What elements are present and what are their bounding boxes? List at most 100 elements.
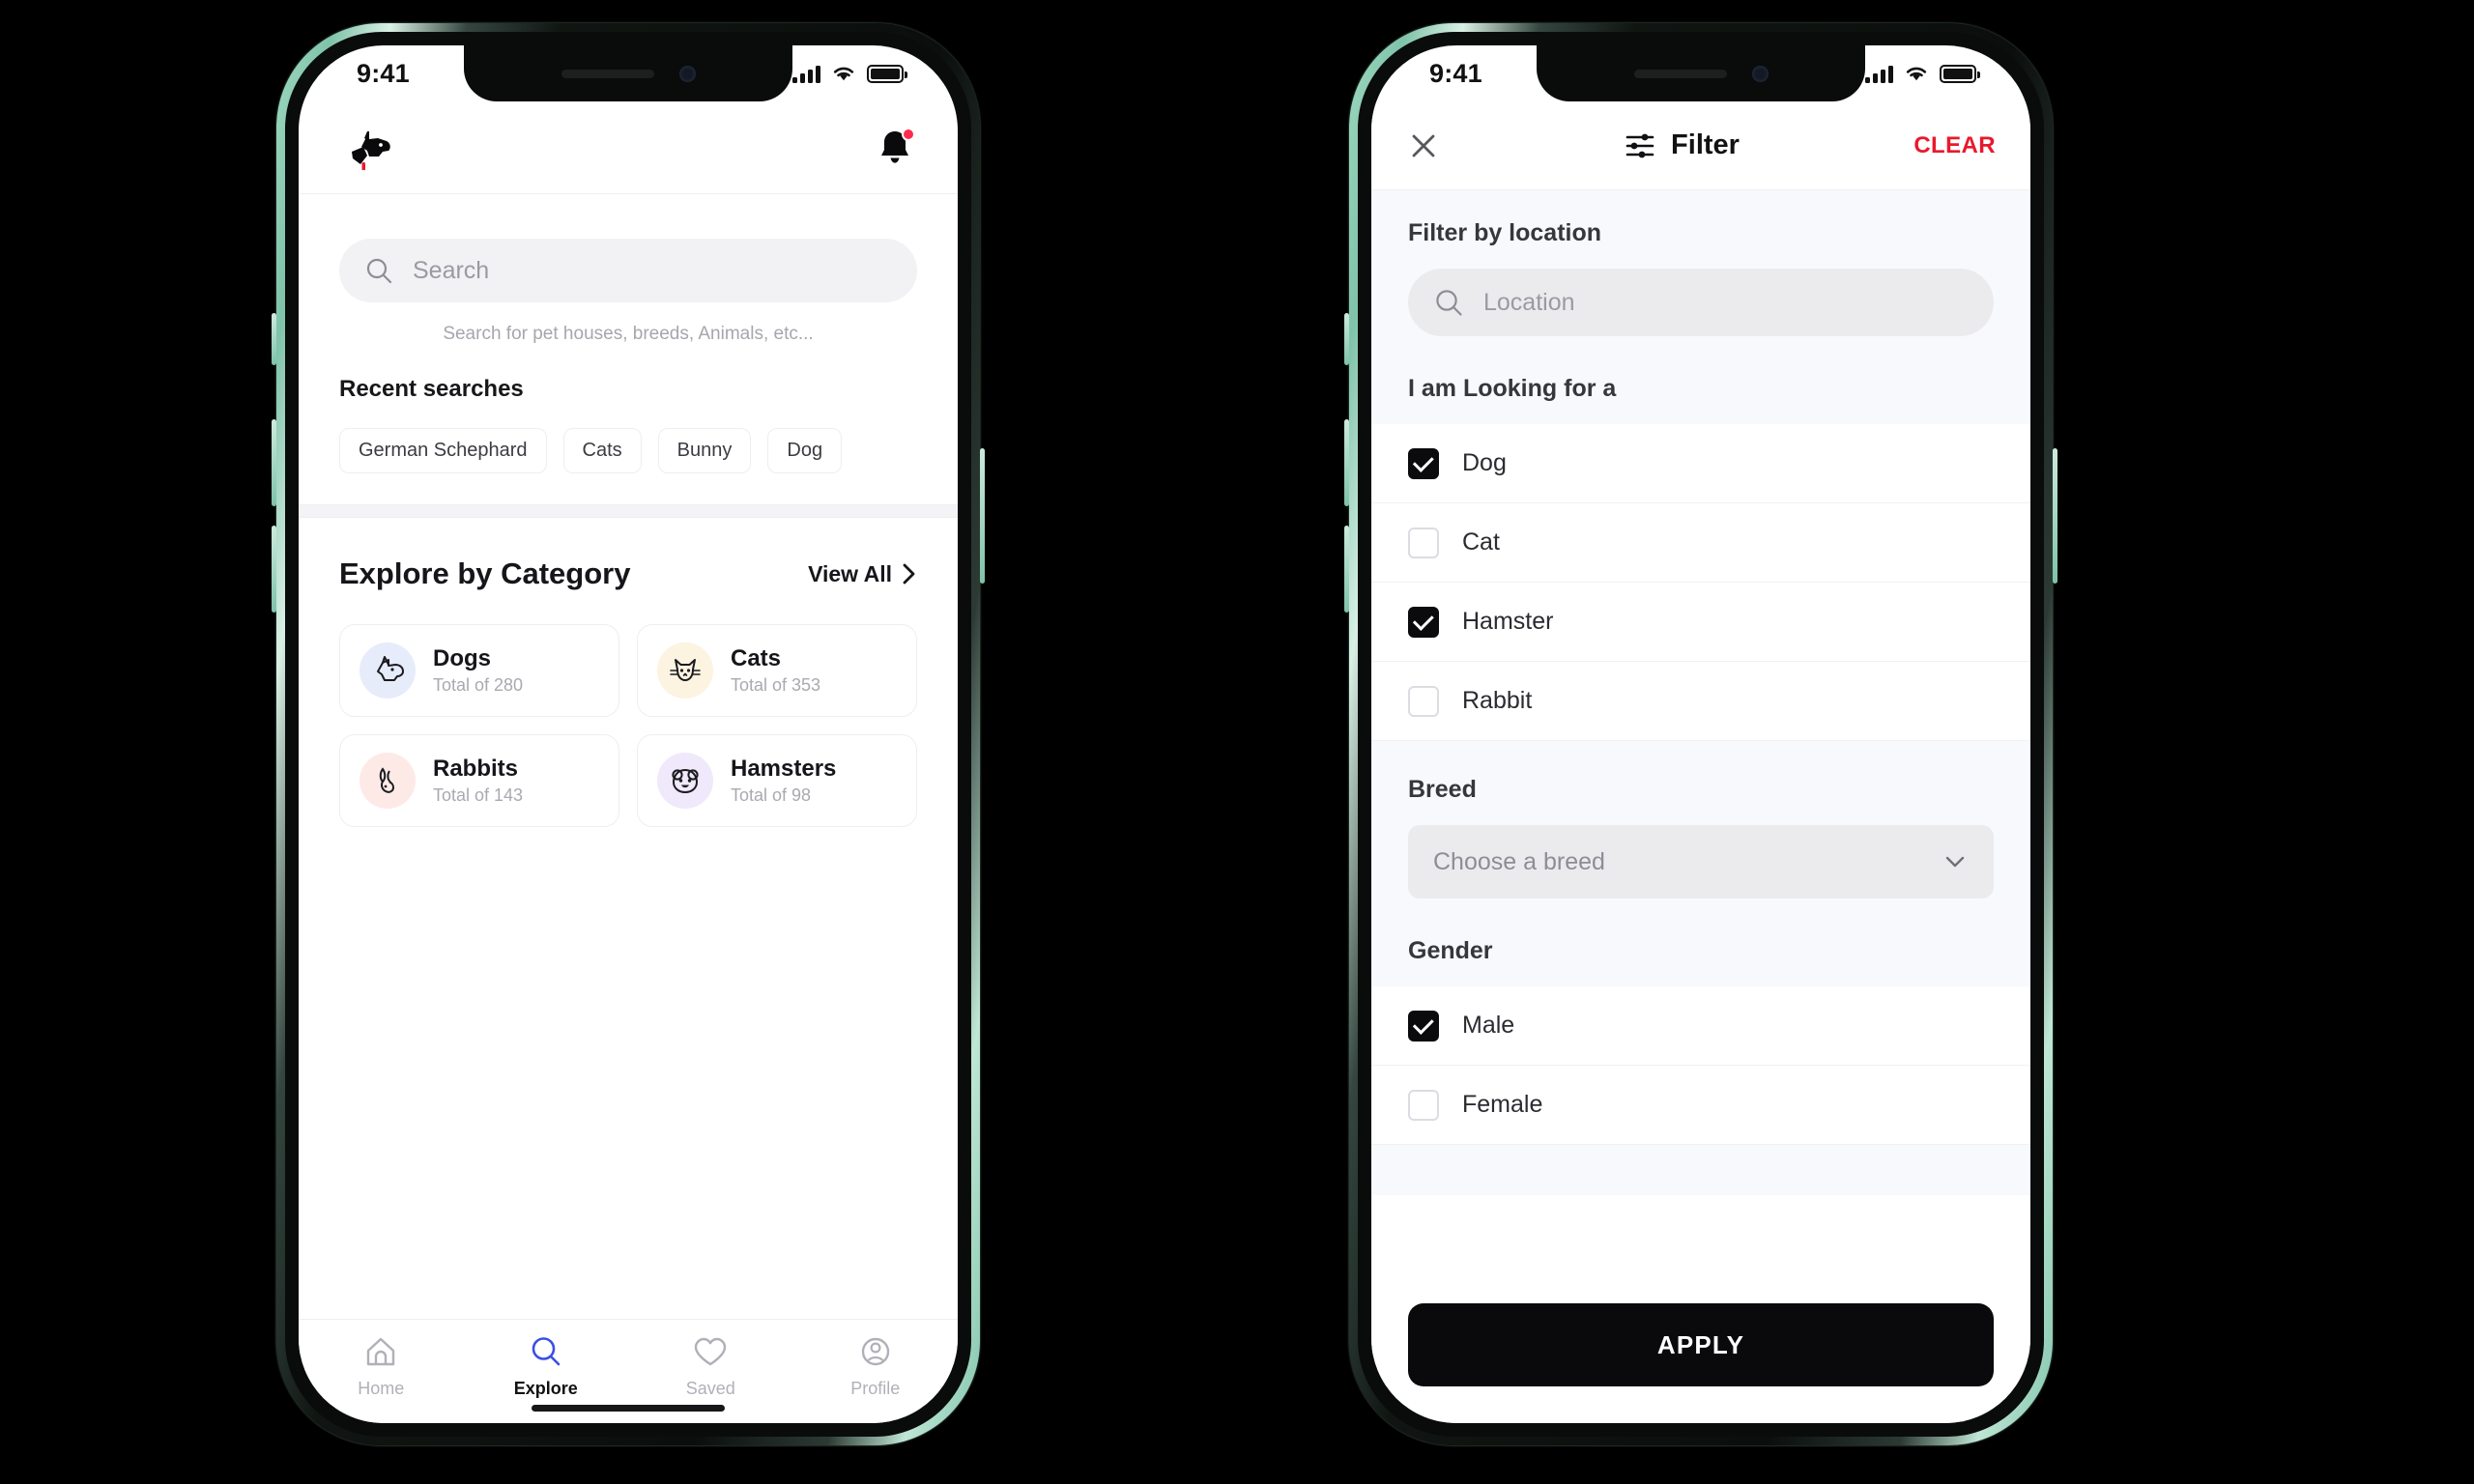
explore-screen: 9:41 Search Search for pet houses, breed… — [299, 45, 958, 1423]
checkbox-female[interactable] — [1408, 1089, 1439, 1121]
power-button[interactable] — [2053, 448, 2057, 584]
battery-full-icon — [867, 64, 907, 83]
checkbox-rabbit[interactable] — [1408, 685, 1439, 717]
breed-select[interactable]: Choose a breed — [1408, 825, 1994, 899]
tab-home[interactable]: Home — [299, 1333, 464, 1399]
category-subtitle: Total of 143 — [433, 785, 524, 805]
tab-explore[interactable]: Explore — [464, 1333, 629, 1399]
signal-bars-icon — [1865, 65, 1893, 83]
tab-profile[interactable]: Profile — [793, 1333, 959, 1399]
section-divider — [299, 504, 958, 518]
checkbox-male[interactable] — [1408, 1010, 1439, 1042]
mute-switch[interactable] — [272, 313, 276, 365]
wifi-icon — [833, 67, 854, 81]
search-section: Search Search for pet houses, breeds, An… — [299, 194, 958, 345]
user-circle-icon — [861, 1337, 889, 1366]
power-button[interactable] — [980, 448, 985, 584]
recent-chip[interactable]: Cats — [562, 428, 642, 473]
phone-bezel: 9:41 — [285, 32, 971, 1437]
gender-section-title: Gender — [1408, 937, 1493, 964]
cat-icon — [657, 642, 713, 699]
category-card-hamsters[interactable]: Hamsters Total of 98 — [637, 734, 917, 827]
location-placeholder: Location — [1483, 288, 1575, 316]
category-subtitle: Total of 280 — [433, 674, 524, 695]
heart-icon — [695, 1337, 727, 1366]
screenshot-canvas: 9:41 Search Search for pet houses, breed… — [0, 0, 2474, 1484]
option-label: Dog — [1462, 449, 1507, 476]
home-indicator[interactable] — [532, 1405, 725, 1412]
filter-header: Filter CLEAR — [1371, 101, 2030, 190]
chevron-down-icon — [1945, 856, 1965, 868]
category-name: Hamsters — [731, 756, 837, 783]
option-row-cat[interactable]: Cat — [1371, 503, 2030, 583]
recent-chip[interactable]: German Schephard — [339, 428, 547, 473]
checkbox-hamster[interactable] — [1408, 606, 1439, 638]
volume-down-button[interactable] — [272, 526, 276, 613]
search-icon — [532, 1337, 561, 1366]
status-indicators — [1865, 64, 1980, 83]
category-title: Explore by Category — [339, 556, 631, 590]
search-input[interactable]: Search — [339, 239, 917, 302]
checkbox-dog[interactable] — [1408, 447, 1439, 479]
view-all-button[interactable]: View All — [808, 561, 917, 587]
option-label: Male — [1462, 1012, 1515, 1039]
option-row-dog[interactable]: Dog — [1371, 424, 2030, 503]
filter-body: Filter by location Location I am Looking… — [1371, 190, 2030, 1195]
tab-label: Profile — [850, 1379, 901, 1398]
status-time: 9:41 — [357, 58, 410, 88]
dog-icon — [360, 642, 416, 699]
breed-section-title: Breed — [1408, 776, 1477, 803]
tab-label: Saved — [685, 1379, 735, 1398]
status-indicators — [792, 64, 907, 83]
category-card-cats[interactable]: Cats Total of 353 — [637, 624, 917, 717]
hamster-icon — [657, 753, 713, 809]
volume-up-button[interactable] — [1344, 419, 1349, 506]
volume-up-button[interactable] — [272, 419, 276, 506]
recent-chip[interactable]: Bunny — [657, 428, 752, 473]
close-button[interactable] — [1406, 128, 1493, 163]
option-row-female[interactable]: Female — [1371, 1066, 2030, 1145]
checkbox-cat[interactable] — [1408, 527, 1439, 558]
option-row-rabbit[interactable]: Rabbit — [1371, 662, 2030, 741]
volume-down-button[interactable] — [1344, 526, 1349, 613]
search-hint: Search for pet houses, breeds, Animals, … — [443, 324, 814, 344]
chevron-right-icon — [903, 563, 915, 585]
option-row-hamster[interactable]: Hamster — [1371, 583, 2030, 662]
home-icon — [367, 1337, 395, 1366]
category-subtitle: Total of 98 — [731, 785, 812, 805]
option-label: Cat — [1462, 528, 1500, 556]
option-label: Rabbit — [1462, 687, 1533, 714]
status-bar: 9:41 — [299, 45, 958, 101]
app-header — [299, 101, 958, 194]
category-name: Rabbits — [433, 756, 519, 783]
apply-bar: APPLY — [1371, 1278, 2030, 1423]
mute-switch[interactable] — [1344, 313, 1349, 365]
category-card-rabbits[interactable]: Rabbits Total of 143 — [339, 734, 619, 827]
tab-saved[interactable]: Saved — [628, 1333, 793, 1399]
search-icon — [366, 258, 392, 284]
close-x-icon — [1412, 134, 1435, 157]
location-section-title: Filter by location — [1408, 219, 1602, 246]
category-name: Dogs — [433, 645, 491, 672]
tab-label: Home — [358, 1379, 405, 1398]
category-card-dogs[interactable]: Dogs Total of 280 — [339, 624, 619, 717]
dog-head-logo-icon[interactable] — [339, 121, 393, 175]
option-row-male[interactable]: Male — [1371, 986, 2030, 1066]
location-input[interactable]: Location — [1408, 269, 1994, 336]
category-header: Explore by Category View All — [299, 518, 958, 591]
filter-title-group: Filter — [1493, 129, 1870, 162]
sliders-filter-icon — [1625, 133, 1654, 157]
tab-label: Explore — [513, 1379, 578, 1398]
filter-bottom-spacer — [1371, 1145, 2030, 1195]
recent-chip[interactable]: Dog — [767, 428, 843, 473]
battery-full-icon — [1940, 64, 1980, 83]
notification-bell-icon[interactable] — [873, 126, 917, 170]
rabbit-icon — [360, 753, 416, 809]
status-time: 9:41 — [1429, 58, 1482, 88]
apply-button[interactable]: APPLY — [1408, 1303, 1994, 1386]
category-grid: Dogs Total of 280 Cats Total of 353 Rabb… — [299, 591, 958, 827]
clear-button[interactable]: CLEAR — [1870, 132, 1996, 159]
search-icon — [1436, 290, 1462, 316]
option-label: Hamster — [1462, 608, 1554, 635]
notification-badge — [902, 127, 915, 141]
